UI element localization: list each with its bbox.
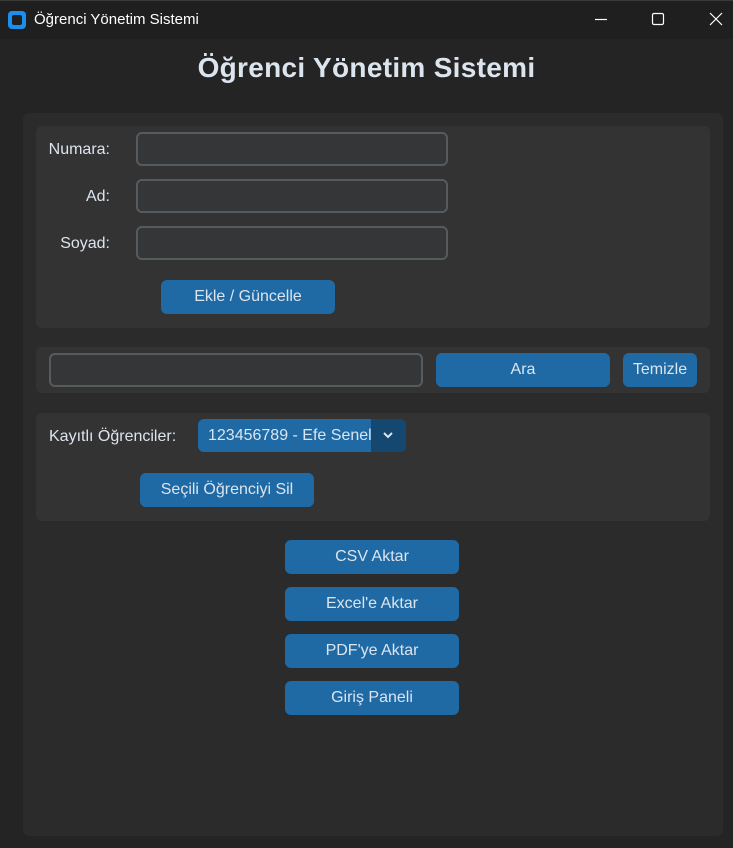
add-update-button[interactable]: Ekle / Güncelle bbox=[161, 280, 335, 314]
page-title: Öğrenci Yönetim Sistemi bbox=[197, 52, 536, 83]
close-button[interactable] bbox=[694, 0, 733, 39]
login-panel-button[interactable]: Giriş Paneli bbox=[285, 681, 459, 715]
csv-export-button[interactable]: CSV Aktar bbox=[285, 540, 459, 574]
search-button[interactable]: Ara bbox=[436, 353, 610, 387]
chevron-down-icon bbox=[383, 432, 393, 439]
minimize-button[interactable] bbox=[579, 0, 625, 39]
search-button-label: Ara bbox=[510, 361, 536, 378]
excel-export-button-label: Excel'e Aktar bbox=[326, 595, 418, 612]
number-field[interactable] bbox=[136, 132, 448, 166]
name-label: Ad: bbox=[85, 188, 110, 205]
name-field[interactable] bbox=[136, 179, 448, 213]
search-input[interactable] bbox=[49, 353, 423, 387]
csv-export-button-label: CSV Aktar bbox=[335, 548, 409, 565]
clear-button[interactable]: Temizle bbox=[623, 353, 697, 387]
excel-export-button[interactable]: Excel'e Aktar bbox=[285, 587, 459, 621]
minimize-icon bbox=[595, 18, 607, 21]
pdf-export-button[interactable]: PDF'ye Aktar bbox=[285, 634, 459, 668]
login-panel-button-label: Giriş Paneli bbox=[331, 689, 413, 706]
delete-selected-student-button-label: Seçili Öğrenciyi Sil bbox=[160, 481, 294, 498]
window-title: Öğrenci Yönetim Sistemi bbox=[34, 11, 199, 28]
maximize-button[interactable] bbox=[636, 0, 682, 39]
close-icon bbox=[709, 12, 723, 26]
add-update-button-label: Ekle / Güncelle bbox=[194, 288, 302, 305]
window-titlebar: Öğrenci Yönetim Sistemi bbox=[0, 0, 733, 39]
surname-field[interactable] bbox=[136, 226, 448, 260]
delete-selected-student-button[interactable]: Seçili Öğrenciyi Sil bbox=[140, 473, 314, 507]
number-label: Numara: bbox=[48, 141, 110, 158]
student-select[interactable]: 123456789 - Efe Senel bbox=[198, 419, 406, 452]
pdf-export-button-label: PDF'ye Aktar bbox=[325, 642, 419, 659]
surname-label: Soyad: bbox=[60, 235, 110, 252]
student-select-value: 123456789 - Efe Senel bbox=[208, 427, 372, 444]
app-icon bbox=[8, 11, 26, 29]
student-select-dropdown-button[interactable] bbox=[371, 419, 406, 452]
registered-students-label: Kayıtlı Öğrenciler: bbox=[49, 428, 177, 445]
maximize-icon bbox=[651, 12, 665, 26]
clear-button-label: Temizle bbox=[632, 361, 688, 378]
